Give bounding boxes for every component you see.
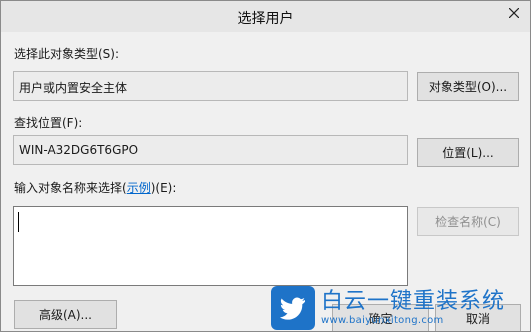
watermark-title: 白云一键重装系统 xyxy=(321,288,506,314)
object-names-input[interactable] xyxy=(13,206,408,286)
watermark: 白云一键重装系统 www.baiyunxitong.com xyxy=(271,282,530,331)
watermark-url: www.baiyunxitong.com xyxy=(321,314,444,326)
object-names-label: 输入对象名称来选择(示例)(E): xyxy=(14,179,176,196)
close-button[interactable] xyxy=(498,1,530,25)
location-field: WIN-A32DG6T6GPO xyxy=(13,135,408,165)
object-types-button[interactable]: 对象类型(O)... xyxy=(417,72,519,101)
object-type-field: 用户或内置安全主体 xyxy=(13,71,408,101)
location-label: 查找位置(F): xyxy=(14,116,83,130)
dialog-title: 选择用户 xyxy=(237,11,294,27)
watermark-text: 白云一键重装系统 www.baiyunxitong.com xyxy=(321,289,505,327)
twitter-bird-logo-icon xyxy=(271,285,315,330)
close-icon xyxy=(509,8,519,18)
advanced-button[interactable]: 高级(A)... xyxy=(14,300,117,329)
object-names-label-prefix: 输入对象名称来选择( xyxy=(14,181,127,195)
object-type-label: 选择此对象类型(S): xyxy=(14,47,120,61)
title-bar[interactable]: 选择用户 xyxy=(1,1,530,32)
locations-button[interactable]: 位置(L)... xyxy=(417,138,519,167)
check-names-button[interactable]: 检查名称(C) xyxy=(417,207,519,236)
object-names-label-suffix: )(E): xyxy=(150,181,177,195)
select-users-dialog: 选择用户 选择此对象类型(S): 用户或内置安全主体 对象类型(O)... 查找… xyxy=(0,0,531,332)
examples-link[interactable]: 示例 xyxy=(127,181,151,195)
text-caret xyxy=(18,212,19,232)
